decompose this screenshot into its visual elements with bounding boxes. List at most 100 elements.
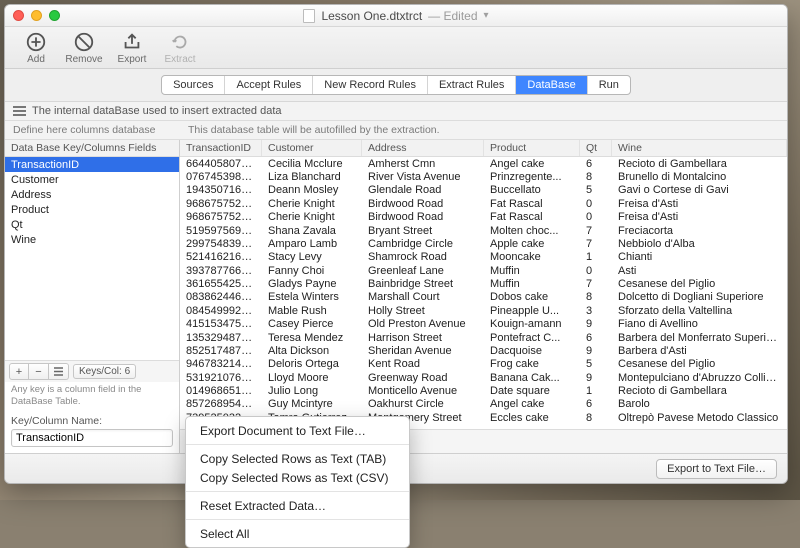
column-header[interactable]: Customer	[262, 140, 362, 156]
column-header[interactable]: Address	[362, 140, 484, 156]
table-cell: 9	[580, 318, 612, 331]
keys-col-indicator: Keys/Col: 6	[73, 364, 136, 379]
window-title-text: Lesson One.dtxtrct	[321, 9, 422, 23]
key-column-name-input[interactable]: TransactionID	[11, 429, 173, 447]
remove-label: Remove	[65, 54, 102, 65]
tab-bar: SourcesAccept RulesNew Record RulesExtra…	[161, 75, 631, 95]
table-row[interactable]: 9686757523...Cherie KnightBirdwood RoadF…	[180, 211, 787, 224]
table-cell: Freciacorta	[612, 224, 787, 237]
tab-extract-rules[interactable]: Extract Rules	[428, 76, 516, 94]
table-row[interactable]: 8572689544...Guy McintyreOakhurst Circle…	[180, 398, 787, 411]
tab-accept-rules[interactable]: Accept Rules	[225, 76, 313, 94]
table-cell: 6	[580, 157, 612, 170]
extract-label: Extract	[164, 54, 195, 65]
table-cell: Dolcetto di Dogliani Superiore	[612, 291, 787, 304]
table-cell: Asti	[612, 264, 787, 277]
table-row[interactable]: 2997548390...Amparo LambCambridge Circle…	[180, 237, 787, 250]
add-label: Add	[27, 54, 45, 65]
header-strip: The internal dataBase used to insert ext…	[5, 102, 787, 121]
table-cell: Frog cake	[484, 358, 580, 371]
column-header[interactable]: Wine	[612, 140, 787, 156]
export-to-text-button[interactable]: Export to Text File…	[656, 459, 777, 479]
column-item[interactable]: Wine	[5, 232, 179, 247]
remove-column-button[interactable]: −	[29, 363, 49, 380]
table-cell: Deloris Ortega	[262, 358, 362, 371]
table-cell: 5	[580, 358, 612, 371]
tab-run[interactable]: Run	[588, 76, 630, 94]
table-cell: Chianti	[612, 251, 787, 264]
table-body[interactable]: 6644058070...Cecilia McclureAmherst CmnA…	[180, 157, 787, 429]
table-cell: Cesanese del Piglio	[612, 358, 787, 371]
menu-item[interactable]: Reset Extracted Data…	[186, 496, 409, 515]
menu-item[interactable]: Select All	[186, 524, 409, 543]
hamburger-icon	[13, 106, 26, 116]
tab-sources[interactable]: Sources	[162, 76, 225, 94]
table-cell: 5214162166...	[180, 251, 262, 264]
column-item[interactable]: Product	[5, 202, 179, 217]
tab-database[interactable]: DataBase	[516, 76, 587, 94]
content-area: Data Base Key/Columns Fields Transaction…	[5, 139, 787, 453]
table-cell: Barolo	[612, 398, 787, 411]
table-cell: Date square	[484, 384, 580, 397]
column-header[interactable]: Qt	[580, 140, 612, 156]
table-cell: Montepulciano d'Abruzzo Colline T...	[612, 371, 787, 384]
table-cell: Angel cake	[484, 157, 580, 170]
table-cell: Amparo Lamb	[262, 237, 362, 250]
table-row[interactable]: 9686757523...Cherie KnightBirdwood RoadF…	[180, 197, 787, 210]
column-header[interactable]: Product	[484, 140, 580, 156]
columns-list-icon-button[interactable]	[49, 363, 69, 380]
table-cell: Holly Street	[362, 304, 484, 317]
column-item[interactable]: TransactionID	[5, 157, 179, 172]
table-row[interactable]: 0149686515...Julio LongMonticello Avenue…	[180, 384, 787, 397]
table-row[interactable]: 0845499925...Mable RushHolly StreetPinea…	[180, 304, 787, 317]
table-row[interactable]: 5319210764...Lloyd MooreGreenway RoadBan…	[180, 371, 787, 384]
column-item[interactable]: Customer	[5, 172, 179, 187]
table-row[interactable]: 1353294879...Teresa MendezHarrison Stree…	[180, 331, 787, 344]
tab-new-record-rules[interactable]: New Record Rules	[313, 76, 428, 94]
remove-button[interactable]: Remove	[61, 31, 107, 65]
table-row[interactable]: 0838624464...Estela WintersMarshall Cour…	[180, 291, 787, 304]
table-cell: Stacy Levy	[262, 251, 362, 264]
add-button[interactable]: Add	[13, 31, 59, 65]
table-cell: Buccellato	[484, 184, 580, 197]
table-cell: Barbera del Monferrato Superiore	[612, 331, 787, 344]
table-cell: 5	[580, 184, 612, 197]
table-cell: Marshall Court	[362, 291, 484, 304]
table-row[interactable]: 5214162166...Stacy LevyShamrock RoadMoon…	[180, 251, 787, 264]
table-row[interactable]: 4151534750...Casey PierceOld Preston Ave…	[180, 318, 787, 331]
table-cell: 3	[580, 304, 612, 317]
menu-item[interactable]: Copy Selected Rows as Text (TAB)	[186, 449, 409, 468]
table-row[interactable]: 0767453983...Liza BlanchardRiver Vista A…	[180, 170, 787, 183]
title-chevron-icon[interactable]: ▾	[484, 10, 489, 21]
table-cell: Teresa Mendez	[262, 331, 362, 344]
table-cell: Oakhurst Circle	[362, 398, 484, 411]
table-cell: 8572689544...	[180, 398, 262, 411]
menu-item[interactable]: Export Document to Text File…	[186, 421, 409, 440]
column-item[interactable]: Address	[5, 187, 179, 202]
table-cell: Cesanese del Piglio	[612, 277, 787, 290]
columns-footer: + − Keys/Col: 6	[5, 360, 179, 382]
table-cell: 0	[580, 197, 612, 210]
subheader: Define here columns database This databa…	[5, 121, 787, 139]
table-row[interactable]: 3937877664...Fanny ChoiGreenleaf LaneMuf…	[180, 264, 787, 277]
table-row[interactable]: 1943507167...Deann MosleyGlendale RoadBu…	[180, 184, 787, 197]
table-cell: 5195975697...	[180, 224, 262, 237]
table-row[interactable]: 9467832142...Deloris OrtegaKent RoadFrog…	[180, 358, 787, 371]
table-row[interactable]: 6644058070...Cecilia McclureAmherst CmnA…	[180, 157, 787, 170]
column-header[interactable]: TransactionID	[180, 140, 262, 156]
table-cell: Mooncake	[484, 251, 580, 264]
table-cell: Apple cake	[484, 237, 580, 250]
table-row[interactable]: 5195975697...Shana ZavalaBryant StreetMo…	[180, 224, 787, 237]
table-cell: 8525174870...	[180, 344, 262, 357]
columns-list[interactable]: TransactionIDCustomerAddressProductQtWin…	[5, 157, 179, 360]
column-item[interactable]: Qt	[5, 217, 179, 232]
table-cell: Dacquoise	[484, 344, 580, 357]
export-button[interactable]: Export	[109, 31, 155, 65]
toolbar: Add Remove Export Extract	[5, 27, 787, 69]
table-cell: Julio Long	[262, 384, 362, 397]
table-row[interactable]: 3616554251...Gladys PayneBainbridge Stre…	[180, 277, 787, 290]
menu-item[interactable]: Copy Selected Rows as Text (CSV)	[186, 468, 409, 487]
table-cell: River Vista Avenue	[362, 170, 484, 183]
add-column-button[interactable]: +	[9, 363, 29, 380]
table-row[interactable]: 8525174870...Alta DicksonSheridan Avenue…	[180, 344, 787, 357]
